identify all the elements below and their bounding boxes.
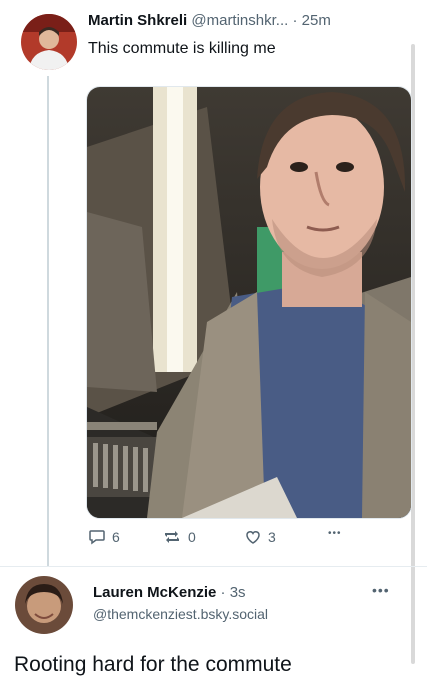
reply-button[interactable]: 6 — [88, 528, 120, 546]
avatar[interactable] — [15, 576, 73, 634]
post-text: This commute is killing me — [88, 40, 276, 57]
repost-button[interactable]: 0 — [162, 528, 196, 546]
like-icon — [244, 528, 262, 546]
post-text: Rooting hard for the commute — [14, 653, 292, 676]
post-header: Martin Shkreli @martinshkr... · 25m — [88, 12, 331, 29]
post[interactable]: Martin Shkreli @martinshkr... · 25m This… — [0, 0, 427, 566]
author-name[interactable]: Martin Shkreli — [88, 12, 187, 29]
like-button[interactable]: 3 — [244, 528, 276, 546]
repost-count: 0 — [188, 529, 196, 545]
divider — [0, 566, 427, 567]
post-time[interactable]: 25m — [302, 12, 331, 29]
post-time[interactable]: 3s — [230, 584, 246, 601]
post-header: Lauren McKenzie · 3s — [93, 584, 246, 601]
author-handle[interactable]: @martinshkr... — [191, 12, 288, 29]
author-handle[interactable]: @themckenziest.bsky.social — [93, 606, 268, 622]
reply-count: 6 — [112, 529, 120, 545]
separator: · — [292, 12, 298, 29]
post-image[interactable] — [86, 86, 412, 519]
reply-icon — [88, 528, 106, 546]
feed: Martin Shkreli @martinshkr... · 25m This… — [0, 0, 427, 684]
like-count: 3 — [268, 529, 276, 545]
separator: · — [220, 584, 226, 601]
more-icon: ••• — [328, 528, 342, 539]
post-actions: 6 0 3 ••• — [88, 528, 408, 552]
author-name[interactable]: Lauren McKenzie — [93, 584, 216, 601]
more-icon[interactable]: ••• — [372, 582, 390, 598]
more-button[interactable]: ••• — [328, 528, 342, 539]
avatar[interactable] — [21, 14, 77, 70]
repost-icon — [162, 528, 182, 546]
